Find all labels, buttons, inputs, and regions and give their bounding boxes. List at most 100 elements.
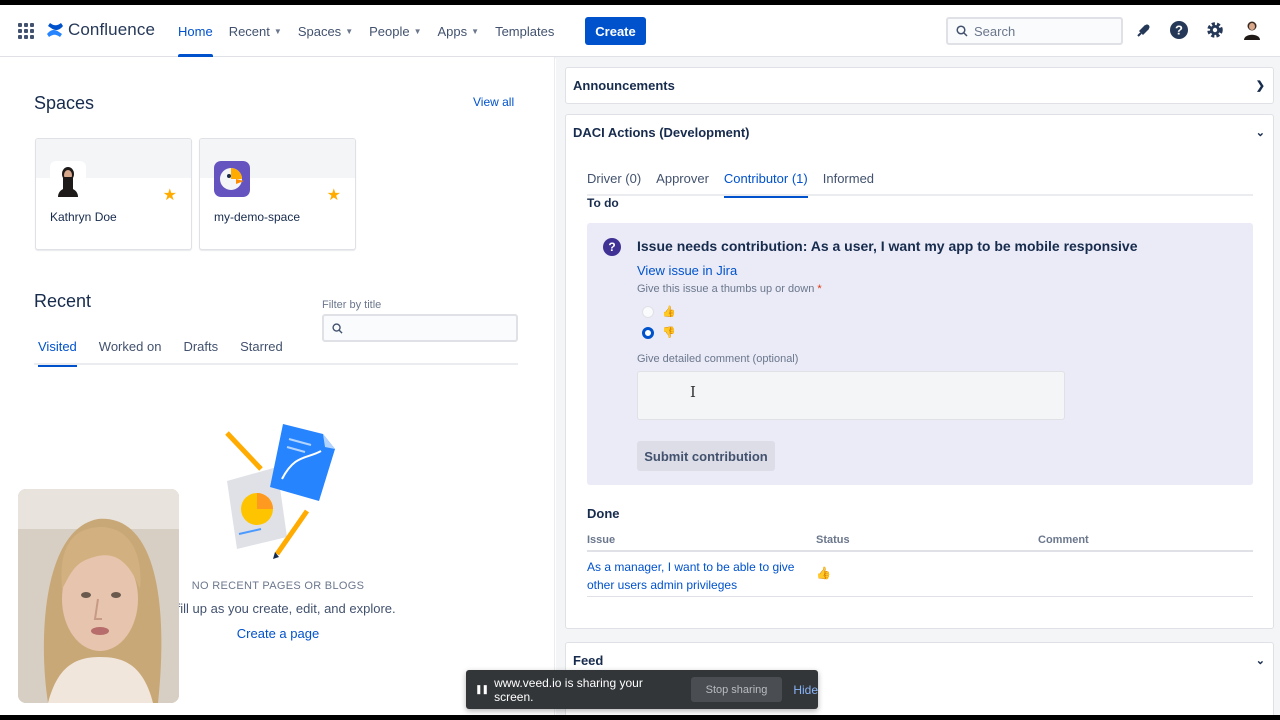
view-all-link[interactable]: View all — [473, 95, 514, 109]
screen-share-bar: ❚❚ www.veed.io is sharing your screen. S… — [466, 670, 818, 709]
done-heading: Done — [587, 506, 620, 521]
nav-templates-label: Templates — [495, 23, 555, 39]
feed-title: Feed — [573, 653, 604, 668]
nav-home[interactable]: Home — [170, 5, 221, 57]
parrot-logo-icon — [214, 161, 250, 197]
person-avatar — [50, 161, 86, 197]
nav-recent[interactable]: Recent ▼ — [221, 5, 290, 57]
chevron-down-icon: ▼ — [273, 26, 282, 36]
recent-heading: Recent — [34, 291, 92, 311]
webcam-overlay[interactable] — [18, 489, 179, 703]
nav-recent-label: Recent — [228, 23, 270, 39]
issue-title: Issue needs contribution: As a user, I w… — [637, 238, 1138, 254]
empty-state-title: NO RECENT PAGES OR BLOGS — [191, 580, 365, 592]
search-icon — [332, 322, 343, 334]
nav-people[interactable]: People ▼ — [361, 5, 429, 57]
stop-sharing-button[interactable]: Stop sharing — [690, 677, 783, 702]
tab-visited[interactable]: Visited — [34, 337, 81, 367]
hide-button[interactable]: Hide — [793, 683, 818, 697]
done-issue-link[interactable]: As a manager, I want to be able to give … — [587, 558, 807, 594]
main-nav: Home Recent ▼ Spaces ▼ People ▼ Apps ▼ Templ… — [170, 5, 562, 57]
right-panel: Announcements ❯ DACI Actions (Developmen… — [556, 57, 1280, 715]
spaces-heading: Spaces — [34, 93, 95, 113]
search-input[interactable]: Search — [946, 17, 1123, 45]
thumbs-up-option[interactable]: 👍 — [642, 305, 676, 318]
daci-actions-panel: DACI Actions (Development) ⌄ Driver (0) … — [565, 114, 1274, 629]
header-issue: Issue — [587, 534, 616, 546]
share-message: www.veed.io is sharing your screen. — [494, 675, 643, 704]
header-status: Status — [816, 534, 850, 546]
settings-icon[interactable] — [1204, 19, 1226, 41]
issue-contribution-card: ? Issue needs contribution: As a user, I… — [587, 223, 1253, 485]
view-issue-link[interactable]: View issue in Jira — [637, 263, 737, 278]
chevron-down-icon[interactable]: ⌄ — [1256, 654, 1265, 667]
search-placeholder: Search — [974, 23, 1016, 39]
space-card-kathryn-doe[interactable]: Kathryn Doe ★ — [35, 138, 192, 250]
chevron-down-icon: ▼ — [471, 26, 480, 36]
nav-apps-label: Apps — [437, 23, 468, 39]
app-name: Confluence — [68, 20, 156, 39]
text-cursor-icon: I — [690, 383, 696, 401]
thumbs-up-icon: 👍 — [662, 306, 676, 318]
search-icon — [956, 25, 968, 37]
nav-apps[interactable]: Apps ▼ — [430, 5, 488, 57]
chevron-right-icon[interactable]: ❯ — [1256, 79, 1265, 92]
pause-icon: ❚❚ — [475, 684, 489, 694]
chevron-down-icon[interactable]: ⌄ — [1256, 126, 1265, 139]
confluence-logo-icon — [47, 23, 63, 37]
tab-informed[interactable]: Informed — [823, 171, 874, 196]
done-table: Issue Status Comment As a manager, I wan… — [587, 529, 1253, 597]
empty-state-illustration — [225, 424, 335, 559]
notifications-icon[interactable] — [1133, 19, 1155, 41]
comment-label: Give detailed comment (optional) — [637, 353, 799, 365]
tab-worked-on[interactable]: Worked on — [95, 337, 166, 365]
thumbs-up-icon: 👍 — [816, 566, 831, 580]
chevron-down-icon: ▼ — [345, 26, 354, 36]
tab-contributor[interactable]: Contributor (1) — [723, 171, 808, 198]
todo-heading: To do — [587, 196, 619, 210]
daci-title: DACI Actions (Development) — [573, 125, 750, 140]
tab-approver[interactable]: Approver — [656, 171, 709, 196]
svg-text:?: ? — [1175, 23, 1183, 38]
space-name: Kathryn Doe — [50, 210, 117, 224]
profile-avatar-icon[interactable] — [1241, 19, 1263, 41]
top-navigation: Confluence Home Recent ▼ Spaces ▼ People ▼ … — [0, 5, 1280, 57]
thumbs-label-text: Give this issue a thumbs up or down — [637, 283, 815, 295]
comment-textarea[interactable]: I — [637, 371, 1065, 420]
tab-drafts[interactable]: Drafts — [179, 337, 222, 365]
required-mark: * — [817, 283, 822, 295]
header-comment: Comment — [1038, 534, 1089, 546]
space-name: my-demo-space — [214, 210, 301, 224]
nav-spaces[interactable]: Spaces ▼ — [290, 5, 361, 57]
nav-home-label: Home — [178, 23, 213, 39]
create-button[interactable]: Create — [585, 17, 646, 45]
tab-driver[interactable]: Driver (0) — [587, 171, 641, 196]
help-icon[interactable]: ? — [1168, 19, 1190, 41]
space-card-my-demo-space[interactable]: my-demo-space ★ — [199, 138, 356, 250]
daci-tabs: Driver (0) Approver Contributor (1) Info… — [587, 171, 1253, 198]
question-icon: ? — [603, 238, 621, 256]
thumbs-label: Give this issue a thumbs up or down * — [637, 283, 822, 295]
create-page-link[interactable]: Create a page — [178, 626, 378, 641]
table-row: As a manager, I want to be able to give … — [587, 552, 1253, 597]
recent-tabs: Visited Worked on Drafts Starred — [34, 337, 518, 367]
filter-label: Filter by title — [322, 299, 382, 311]
nav-spaces-label: Spaces — [297, 23, 342, 39]
nav-people-label: People — [369, 23, 410, 39]
star-icon[interactable]: ★ — [163, 185, 177, 205]
announcements-panel[interactable]: Announcements ❯ — [565, 67, 1274, 104]
thumbs-down-icon: 👎 — [662, 327, 676, 339]
table-header: Issue Status Comment — [587, 529, 1253, 552]
app-switcher-icon[interactable] — [18, 23, 34, 39]
radio-thumbs-down[interactable] — [642, 326, 654, 339]
thumbs-down-option[interactable]: 👎 — [642, 326, 676, 339]
chevron-down-icon: ▼ — [413, 26, 422, 36]
star-icon[interactable]: ★ — [327, 185, 341, 205]
radio-thumbs-up[interactable] — [642, 305, 654, 318]
app-frame: Confluence Home Recent ▼ Spaces ▼ People ▼ … — [0, 5, 1280, 715]
confluence-logo[interactable]: Confluence — [46, 20, 155, 40]
submit-contribution-button[interactable]: Submit contribution — [637, 441, 775, 471]
nav-templates[interactable]: Templates — [487, 5, 562, 57]
tab-starred[interactable]: Starred — [236, 337, 287, 365]
announcements-title: Announcements — [573, 78, 675, 93]
